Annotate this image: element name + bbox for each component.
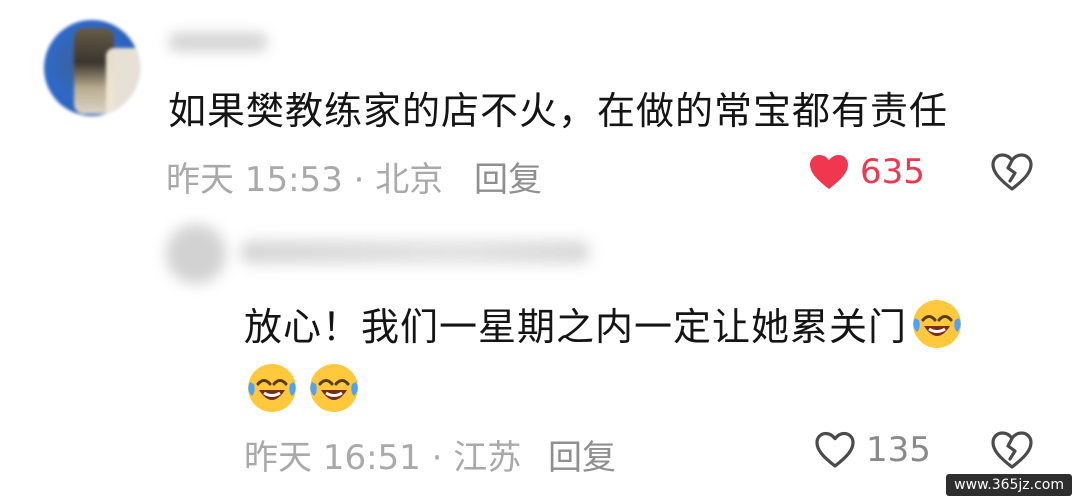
reply-comment-text: 放心！我们一星期之内一定让她累关门 — [244, 305, 908, 349]
reply-time-location: 昨天 16:51 · 江苏 — [244, 438, 522, 478]
broken-heart-icon — [991, 153, 1033, 191]
reply-username-blurred[interactable] — [240, 240, 590, 264]
heart-outline-icon — [815, 431, 855, 468]
laughing-crying-emoji-icon — [310, 364, 358, 412]
reply-button[interactable]: 回复 — [474, 152, 542, 201]
watermark: www.365jz.com — [946, 474, 1072, 496]
like-count: 135 — [866, 430, 931, 470]
reply-button[interactable]: 回复 — [548, 430, 616, 479]
heart-filled-icon — [810, 155, 848, 189]
laughing-crying-emoji-icon — [248, 364, 296, 412]
avatar[interactable] — [44, 20, 140, 116]
broken-heart-icon — [991, 431, 1033, 469]
dislike-button[interactable] — [990, 430, 1034, 470]
like-button[interactable]: 635 — [808, 152, 925, 192]
like-count: 635 — [860, 152, 925, 192]
username-blurred[interactable] — [168, 32, 268, 52]
laughing-crying-emoji-icon — [913, 299, 962, 348]
dislike-button[interactable] — [990, 152, 1034, 192]
comment-text: 如果樊教练家的店不火，在做的常宝都有责任 — [168, 89, 949, 133]
reply-avatar[interactable] — [166, 224, 226, 284]
reply-comment-text-line: 放心！我们一星期之内一定让她累关门 — [244, 296, 963, 351]
comment-time-location: 昨天 15:53 · 北京 — [166, 160, 444, 200]
emoji-row — [246, 362, 360, 414]
like-button[interactable]: 135 — [814, 430, 931, 470]
comment-thread: 如果樊教练家的店不火，在做的常宝都有责任 昨天 15:53 · 北京 回复 63… — [0, 0, 1080, 502]
